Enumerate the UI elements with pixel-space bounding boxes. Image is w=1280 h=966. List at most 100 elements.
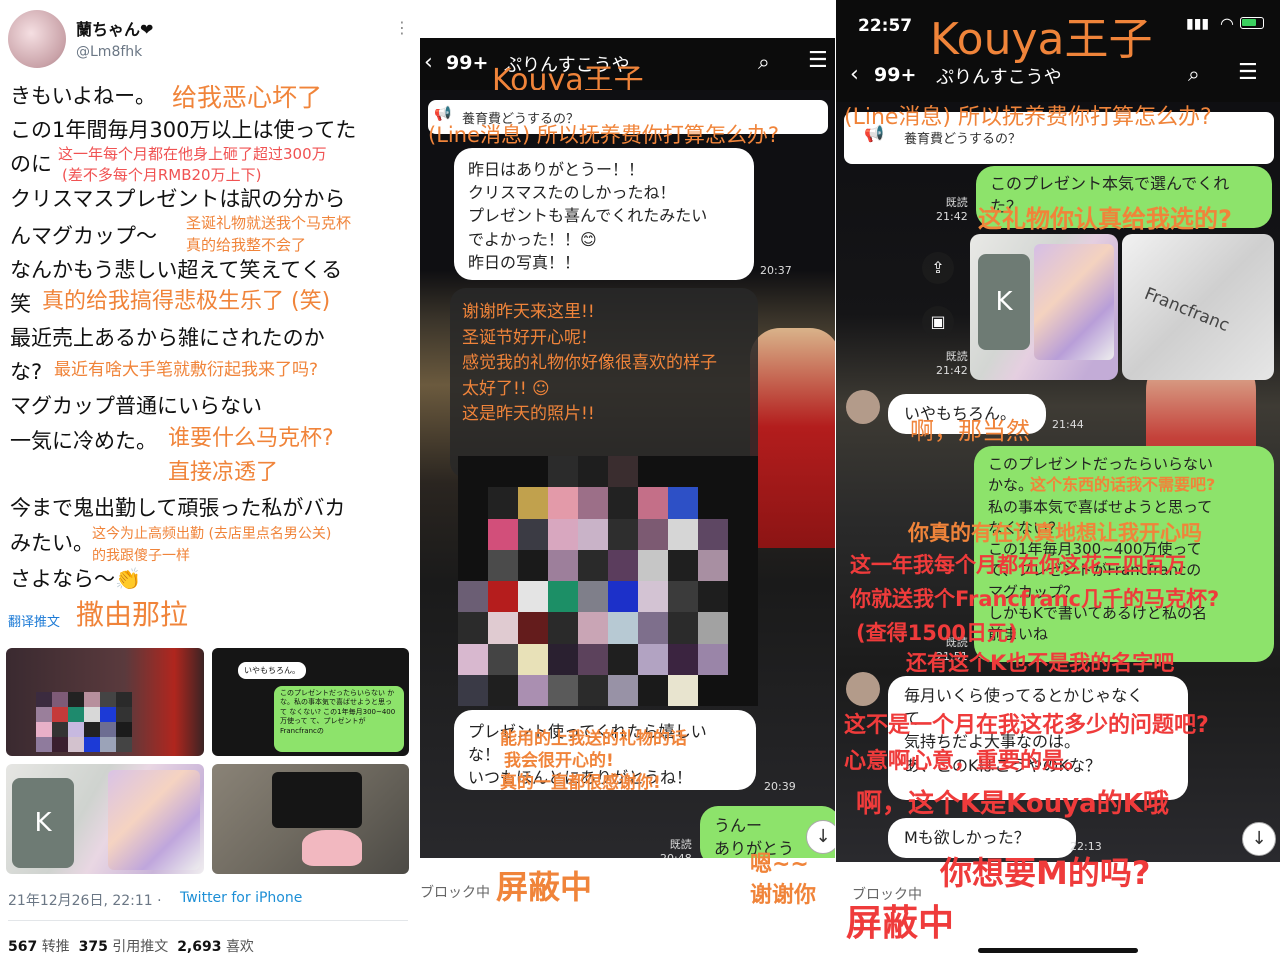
tweet-image-mug[interactable]: K <box>6 764 204 874</box>
blocked-label: ブロック中 <box>852 887 922 903</box>
translation-note: 这礼物你认真给我选的? <box>978 205 1232 233</box>
tweet-source-link[interactable]: Twitter for iPhone <box>180 890 302 906</box>
message-line: 毎月いくら使ってるとかじゃなく <box>904 686 1144 705</box>
message-time: 20:39 <box>764 780 796 793</box>
tweet-image-broken-mug[interactable] <box>212 764 409 874</box>
message-bubble[interactable]: Mも欲しかった？ <box>888 818 1076 858</box>
translation-line: 谢谢你 <box>750 882 817 908</box>
menu-icon[interactable]: ☰ <box>808 48 828 73</box>
read-receipt: 既読 21:42 <box>936 350 968 378</box>
megaphone-icon: 📢 <box>434 106 452 122</box>
tweet-line: さよなら〜👏 <box>10 567 142 591</box>
message-time: 21:44 <box>1052 418 1084 431</box>
quote-label[interactable]: 引用推文 <box>112 939 168 955</box>
contact-avatar[interactable] <box>846 390 880 424</box>
contact-avatar[interactable] <box>846 672 880 706</box>
avatar[interactable] <box>8 10 66 68</box>
overlay-name-note: Kouya王子 <box>930 14 1153 65</box>
read-label: 既読 <box>945 350 968 363</box>
translation-note: 还有这个K也不是我的名字吧 <box>906 651 1175 675</box>
search-icon[interactable]: ⌕ <box>1188 62 1200 87</box>
tweet-timestamp[interactable]: 21年12月26日, 22:11 · <box>8 890 162 910</box>
tweet-panel: 蘭ちゃん❤ @Lm8fhk ⋮ きもいよねー。 给我恶心坏了 この1年間毎月30… <box>0 0 418 966</box>
translation-note: 这个东西的话我不需要吧? <box>1030 475 1216 494</box>
pixelated-photo-mosaic[interactable] <box>458 456 758 706</box>
back-icon[interactable]: ‹ <box>424 50 433 75</box>
message-time: 22:13 <box>1070 840 1102 853</box>
tweet-line: のに <box>10 152 52 176</box>
tweet-line: きもいよねー。 <box>10 84 156 108</box>
brand-label: Francfranc <box>1141 283 1233 337</box>
user-handle[interactable]: @Lm8fhk <box>76 44 142 60</box>
translation-line: 嗯~~ <box>750 852 809 877</box>
quote-count[interactable]: 375 <box>79 939 108 955</box>
more-options-icon[interactable]: ⋮ <box>394 18 410 37</box>
translation-note: 心意啊心意，重要的是。 <box>844 749 1087 774</box>
translation-note: (查得1500日元) <box>856 621 1018 645</box>
tweet-line: 最近売上あるから雑にされたのか <box>10 326 325 350</box>
translation-note: 你想要M的吗? <box>940 854 1151 892</box>
message-line: 昨日はありがとうー！！ <box>468 160 645 179</box>
menu-icon[interactable]: ☰ <box>1238 60 1258 85</box>
translation-note: 直接凉透了 <box>168 460 279 485</box>
tweet-line: んマグカップ〜 <box>10 224 157 248</box>
translation-note: 这一年我每个月都在你这花三四百万 <box>850 553 1186 577</box>
tweet-image-chat[interactable]: いやもちろん。 このプレゼントだったらいらない かな。私の事本気で喜ばせようと思… <box>212 648 409 756</box>
tweet-image-photo[interactable] <box>6 648 204 756</box>
status-time: 22:57 <box>858 16 913 36</box>
translation-note: 啊，那当然 <box>910 417 1030 445</box>
scroll-down-icon[interactable]: ↓ <box>1242 822 1276 856</box>
like-label[interactable]: 喜欢 <box>226 939 254 955</box>
translate-tweet-link[interactable]: 翻译推文 <box>8 611 60 630</box>
sent-photo-mug[interactable]: K <box>970 234 1118 380</box>
crop-icon[interactable]: ▣ <box>922 306 954 338</box>
like-count[interactable]: 2,693 <box>177 939 221 955</box>
translation-note: 的我跟傻子一样 <box>92 548 190 564</box>
battery-icon <box>1240 17 1264 29</box>
translation-note: 这一年每个月都在他身上砸了超过300万 <box>58 145 327 163</box>
read-receipt: 既読 21:42 <box>936 196 968 224</box>
bag-graphic <box>272 772 362 828</box>
share-icon[interactable]: ⇪ <box>922 252 954 284</box>
translation-note: 你真的有在认真地想让我开心吗 <box>908 521 1202 545</box>
mug-graphic: K <box>978 254 1030 350</box>
contact-name[interactable]: ぷりんすこうや <box>936 63 1062 89</box>
blocked-label: ブロック中 <box>420 885 490 901</box>
translation-line: 能用的上我送的礼物的话 <box>500 729 687 749</box>
message-bubble[interactable]: 昨日はありがとうー！！ クリスマスたのしかったね！ プレゼントも喜んでくれたみた… <box>454 148 754 280</box>
host-photo <box>750 328 835 548</box>
tweet-line: マグカップ普通にいらない <box>10 394 262 418</box>
message-line: このプレゼント本気で選んでくれ <box>990 174 1230 193</box>
retweet-count[interactable]: 567 <box>8 939 37 955</box>
gift-box-graphic <box>1034 244 1114 360</box>
hand-graphic <box>302 830 362 866</box>
back-icon[interactable]: ‹ <box>850 62 859 87</box>
gift-box-graphic <box>108 770 200 870</box>
sent-photo-bag[interactable]: Francfranc <box>1122 234 1274 380</box>
pixelated-mosaic <box>36 692 132 752</box>
tweet-line: この1年間毎月300万以上は使ってた <box>10 118 357 142</box>
translation-line: 感觉我的礼物你好像很喜欢的样子 <box>462 353 717 373</box>
translation-line: 圣诞节好开心呢! <box>462 327 588 348</box>
translation-line: 谢谢昨天来这里!! <box>462 302 595 322</box>
scroll-down-icon[interactable]: ↓ <box>806 820 835 854</box>
reply-translation: 嗯~~ 谢谢你 <box>750 850 816 912</box>
translation-line: 我会很开心的! <box>504 751 614 772</box>
chat-screen-1: ‹ 99+ ぷりんすこうや ⌕ ☰ Kouya王子 養育費どうするの？ 📢 (L… <box>420 38 835 960</box>
display-name[interactable]: 蘭ちゃん❤ <box>76 16 153 40</box>
translation-note: 圣诞礼物就送我个马克杯 <box>186 214 352 232</box>
tweet-line: クリスマスプレゼントは訳の分から <box>10 187 346 211</box>
search-icon[interactable]: ⌕ <box>758 50 770 75</box>
tweet-line: みたい。 <box>10 531 94 555</box>
retweet-label[interactable]: 转推 <box>42 939 70 955</box>
message-line: 昨日の写真！！ <box>468 252 581 272</box>
tweet-line: 一気に冷めた。 <box>10 429 157 453</box>
mug-graphic: K <box>12 778 74 868</box>
divider <box>8 920 408 921</box>
read-time: 21:42 <box>936 209 968 223</box>
tweet-stats: 567 转推 375 引用推文 2,693 喜欢 <box>8 936 254 956</box>
tweet-line: 今まで鬼出勤して頑張った私がバカ <box>10 496 346 520</box>
translation-block: 能用的上我送的礼物的话 我会很开心的! 真的一直都很感谢你! <box>500 728 687 794</box>
message-line: 私の事本気で喜ばせようと思って <box>988 497 1213 516</box>
translation-note: 撒由那拉 <box>76 598 189 631</box>
